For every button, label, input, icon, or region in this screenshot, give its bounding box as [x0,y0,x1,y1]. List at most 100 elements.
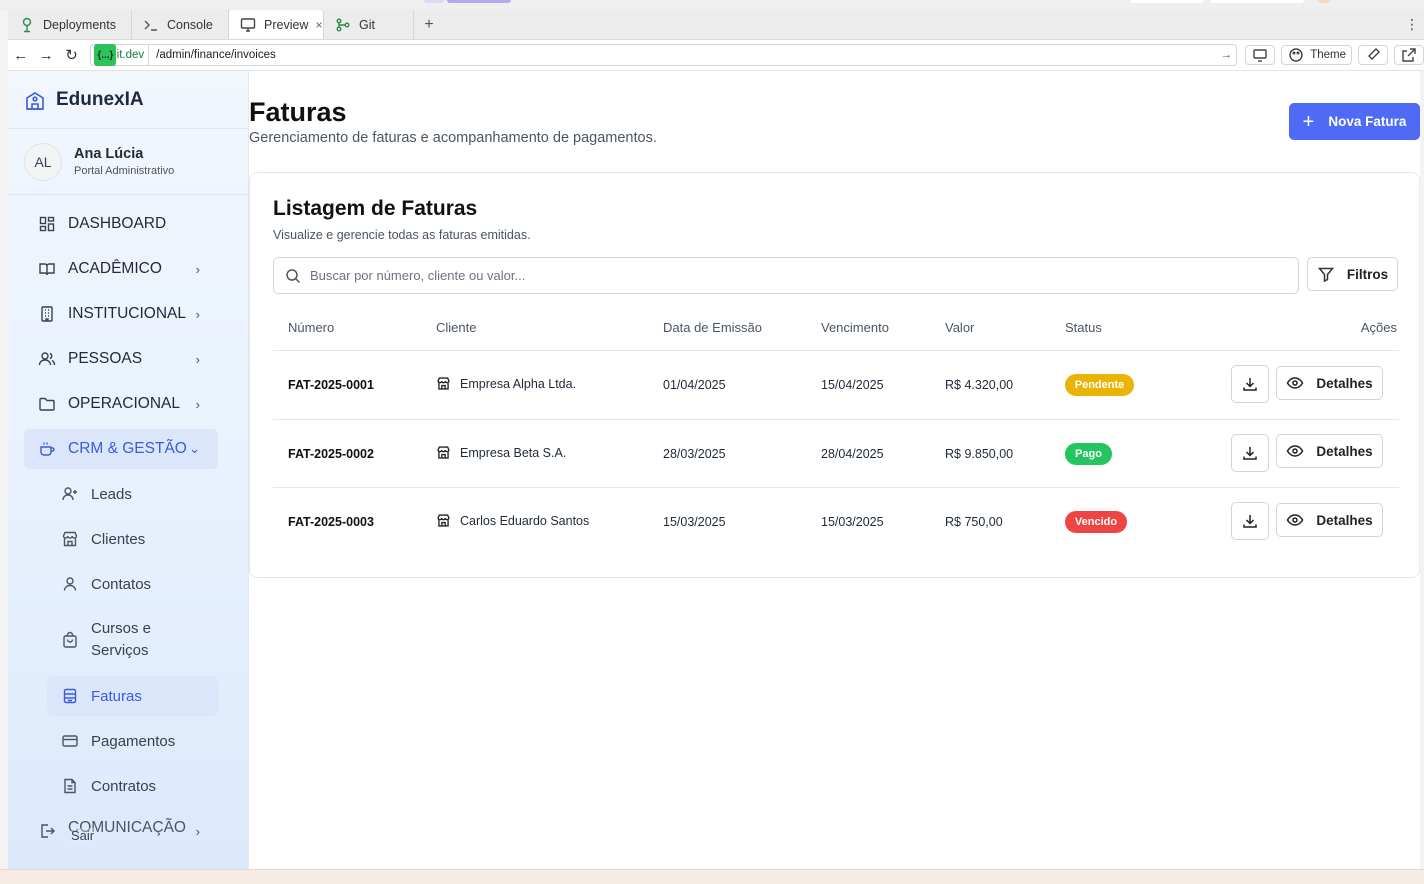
user-role: Portal Administrativo [74,165,175,177]
new-tab-button[interactable]: + [414,10,444,39]
invoice-number: FAT-2025-0003 [288,515,374,529]
store-icon [436,445,451,460]
browser-top-strip [0,0,1424,10]
invoice-amount: R$ 9.850,00 [945,447,1014,461]
tab-console[interactable]: Console [132,10,229,39]
sidebar-item-leads[interactable]: Leads [47,474,218,514]
url-path: /admin/finance/invoices [156,49,276,61]
invoice-client: Carlos Eduardo Santos [436,513,589,528]
column-header-numero: Número [288,320,335,335]
invoice-issue-date: 15/03/2025 [663,515,726,529]
brand-name: EdunexIA [56,88,144,110]
page-subtitle: Gerenciamento de faturas e acompanhament… [249,130,657,146]
building-icon [38,305,56,323]
devices-button[interactable] [1245,45,1276,65]
school-icon [24,89,46,111]
back-icon[interactable]: ← [8,42,33,68]
logout-label[interactable]: Sair [71,828,95,843]
brand[interactable]: EdunexIA [8,71,248,129]
left-edge [0,71,8,869]
more-options-icon[interactable]: ⋮ [1400,10,1424,39]
theme-button[interactable]: Theme [1281,45,1352,65]
right-edge [1420,71,1424,869]
sidebar-item-dashboard[interactable]: DASHBOARD [24,204,218,244]
filters-button[interactable]: Filtros [1307,257,1398,291]
invoice-issue-date: 01/04/2025 [663,378,726,392]
console-icon [142,16,160,34]
dashboard-icon [38,215,56,233]
sidebar-item-pessoas[interactable]: PESSOAS › [24,339,218,379]
plus-icon: + [1302,110,1315,133]
invoice-issue-date: 28/03/2025 [663,447,726,461]
details-button[interactable]: Detalhes [1276,503,1383,537]
preview-icon [239,16,257,34]
tab-preview[interactable]: Preview × [229,10,324,39]
column-header-status: Status [1065,320,1102,335]
reload-icon[interactable]: ↻ [59,42,84,68]
details-button[interactable]: Detalhes [1276,366,1383,400]
details-button[interactable]: Detalhes [1276,434,1383,468]
sidebar-item-contatos[interactable]: Contatos [47,564,218,604]
download-button[interactable] [1231,434,1269,472]
column-header-acoes: Ações [1360,320,1397,335]
devtools-button[interactable] [1357,45,1388,65]
new-invoice-button[interactable]: + Nova Fatura [1289,103,1420,140]
sidebar-item-contratos[interactable]: Contratos [47,766,218,806]
column-header-cliente: Cliente [436,320,477,335]
open-external-button[interactable] [1393,45,1424,65]
url-domain: {...} .replit.dev [91,44,150,66]
close-tab-icon[interactable]: × [315,18,322,32]
tab-deployments[interactable]: Deployments [8,10,132,39]
store-icon [436,376,451,391]
row-divider [273,487,1399,488]
sidebar-item-faturas[interactable]: Faturas [47,676,218,716]
tab-git[interactable]: Git [324,10,414,39]
user-name: Ana Lúcia [74,146,144,162]
chevron-down-icon: ⌄ [189,441,200,456]
sidebar-item-cursos-servicos[interactable]: Cursos e Serviços [47,609,218,671]
sidebar-item-comunicacao[interactable]: COMUNICAÇÃO Sair › [24,811,218,851]
sidebar-item-pagamentos[interactable]: Pagamentos [47,721,218,761]
sidebar-item-academico[interactable]: ACADÊMICO › [24,249,218,289]
go-icon[interactable]: → [1216,49,1236,61]
search-input[interactable] [310,268,1210,283]
chevron-right-icon: › [195,823,200,839]
file-text-icon [61,777,79,795]
sidebar-item-institucional[interactable]: INSTITUCIONAL › [24,294,218,334]
invoices-card: Listagem de Faturas Visualize e gerencie… [249,172,1420,578]
logout-icon [38,822,56,840]
download-icon [1241,375,1259,393]
palette-icon [1287,46,1305,64]
invoice-due-date: 28/04/2025 [821,447,884,461]
wrench-icon [1364,46,1382,64]
chevron-right-icon: › [195,351,200,367]
download-button[interactable] [1231,502,1269,540]
credit-card-icon [61,732,79,750]
forward-icon[interactable]: → [33,42,58,68]
url-field[interactable]: {...} .replit.dev /admin/finance/invoice… [90,44,1238,66]
status-badge: Pago [1065,443,1112,465]
replit-badge: {...} [94,44,117,66]
sidebar-item-operacional[interactable]: OPERACIONAL › [24,384,218,424]
invoice-due-date: 15/03/2025 [821,515,884,529]
download-button[interactable] [1231,365,1269,403]
folder-icon [38,395,56,413]
search-field[interactable] [273,257,1299,294]
chevron-right-icon: › [195,261,200,277]
monitor-icon [1251,46,1269,64]
invoice-amount: R$ 750,00 [945,515,1003,529]
chevron-right-icon: › [195,396,200,412]
sidebar-item-clientes[interactable]: Clientes [47,519,218,559]
avatar: AL [24,142,62,181]
bottom-strip [0,869,1424,884]
invoice-number: FAT-2025-0002 [288,447,374,461]
download-icon [1241,512,1259,530]
search-icon [284,267,302,285]
external-link-icon [1400,46,1418,64]
eye-icon [1286,374,1304,392]
sidebar-item-crm-gestao[interactable]: CRM & GESTÃO ⌄ [24,429,218,469]
address-bar: ← → ↻ {...} .replit.dev /admin/finance/i… [8,40,1424,71]
status-badge: Pendente [1065,374,1134,396]
browser-tab-bar: Deployments Console Preview × Git + ⋮ [8,10,1424,40]
user-profile[interactable]: AL Ana Lúcia Portal Administrativo [8,129,248,195]
